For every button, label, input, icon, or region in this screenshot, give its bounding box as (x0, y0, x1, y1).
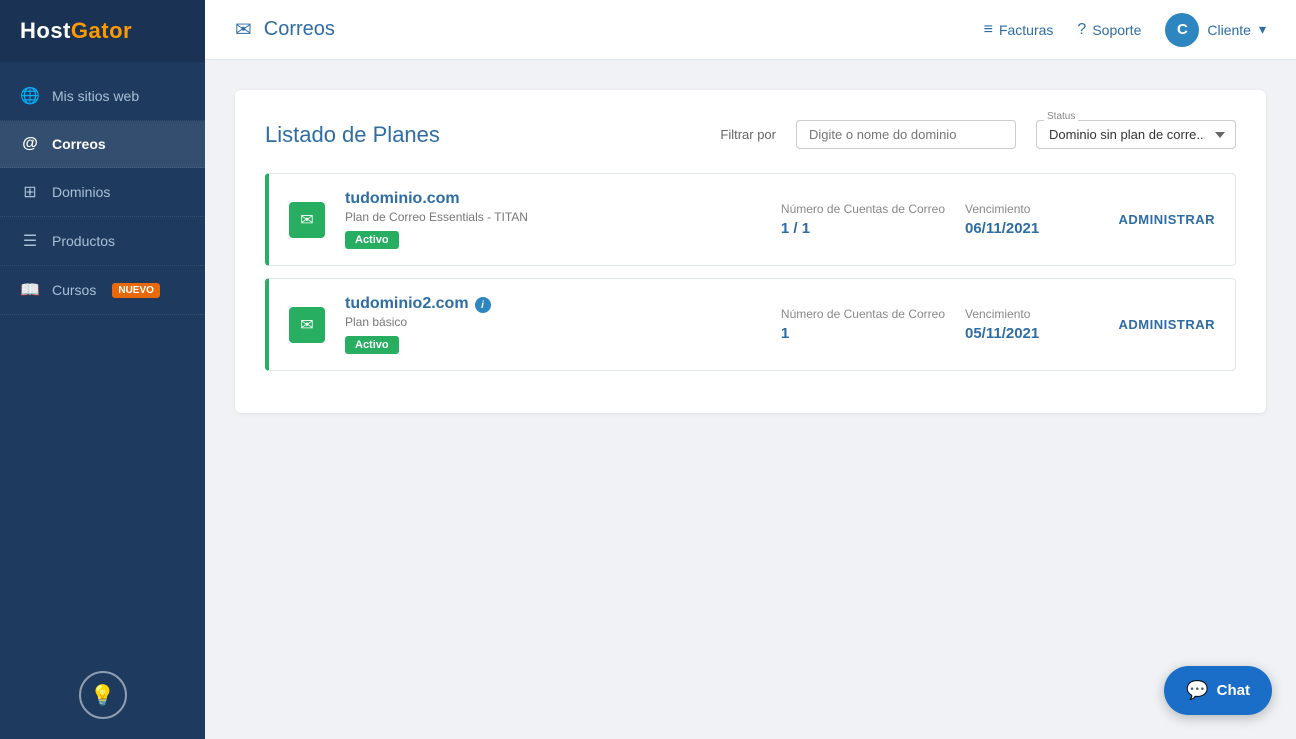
sidebar-item-dominios[interactable]: ⊞ Dominios (0, 168, 205, 217)
plan-type-0: Plan de Correo Essentials - TITAN (345, 210, 761, 224)
top-header: ✉ Correos ≡ Facturas ? Soporte C Cliente… (205, 0, 1296, 60)
correos-icon: @ (20, 135, 40, 153)
plan-venc-label-1: Vencimiento (965, 307, 1085, 321)
plan-mail-icon-0: ✉ (289, 202, 325, 238)
chevron-down-icon: ▾ (1259, 21, 1266, 38)
page-title: Correos (264, 18, 972, 41)
cursos-badge: NUEVO (112, 283, 160, 298)
sidebar-item-correos[interactable]: @ Correos (0, 121, 205, 168)
soporte-label: Soporte (1092, 22, 1141, 38)
plan-venc-label-0: Vencimiento (965, 202, 1085, 216)
plan-mail-icon-1: ✉ (289, 307, 325, 343)
plan-badge-1: Activo (345, 336, 399, 354)
facturas-link[interactable]: ≡ Facturas (984, 21, 1054, 39)
plan-admin-btn-1[interactable]: ADMINISTRAR (1105, 317, 1215, 332)
cursos-icon: 📖 (20, 280, 40, 300)
plans-title: Listado de Planes (265, 122, 700, 148)
plan-info-1: tudominio2.com i Plan básico Activo (345, 295, 761, 354)
plan-domain-row-1: tudominio2.com i (345, 295, 761, 315)
productos-label: Productos (52, 233, 115, 249)
dominios-icon: ⊞ (20, 182, 40, 202)
plan-domain-1: tudominio2.com (345, 295, 469, 313)
plan-stat-0: Número de Cuentas de Correo 1 / 1 (781, 202, 945, 237)
sidebar-nav: 🌐 Mis sitios web @ Correos ⊞ Dominios ☰ … (0, 62, 205, 651)
soporte-link[interactable]: ? Soporte (1077, 21, 1141, 39)
plan-domain-row-0: tudominio.com (345, 190, 761, 210)
sidebar: HostGator 🌐 Mis sitios web @ Correos ⊞ D… (0, 0, 205, 739)
correos-header-icon: ✉ (235, 17, 252, 42)
plan-stat-1: Número de Cuentas de Correo 1 (781, 307, 945, 342)
productos-icon: ☰ (20, 231, 40, 251)
brand-name: HostGator (20, 18, 132, 43)
correos-label: Correos (52, 136, 106, 152)
user-name: Cliente (1207, 22, 1251, 38)
sidebar-bottom: 💡 (0, 651, 205, 739)
chat-label: Chat (1217, 682, 1250, 699)
plan-stat-value-1: 1 (781, 325, 945, 342)
chat-icon: 💬 (1186, 680, 1208, 701)
plan-domain-0: tudominio.com (345, 190, 460, 208)
main-content: Listado de Planes Filtrar por Status Dom… (205, 60, 1296, 739)
logo[interactable]: HostGator (0, 0, 205, 62)
plan-stat-label-1: Número de Cuentas de Correo (781, 307, 945, 321)
plan-stat-value-0: 1 / 1 (781, 220, 945, 237)
status-group: Status Dominio sin plan de corre... (1036, 120, 1236, 149)
plan-row-1: ✉ tudominio2.com i Plan básico Activo Nú… (265, 278, 1236, 371)
filter-label: Filtrar por (720, 127, 776, 142)
plan-venc-0: Vencimiento 06/11/2021 (965, 202, 1085, 237)
plan-venc-value-0: 06/11/2021 (965, 220, 1085, 237)
info-icon-1[interactable]: i (475, 297, 491, 313)
facturas-icon: ≡ (984, 21, 993, 39)
facturas-label: Facturas (999, 22, 1053, 38)
plan-venc-value-1: 05/11/2021 (965, 325, 1085, 342)
plan-type-1: Plan básico (345, 315, 761, 329)
user-menu[interactable]: C Cliente ▾ (1165, 13, 1266, 47)
status-select[interactable]: Dominio sin plan de corre... (1036, 120, 1236, 149)
idea-button[interactable]: 💡 (79, 671, 127, 719)
sidebar-item-mis-sitios-web[interactable]: 🌐 Mis sitios web (0, 72, 205, 121)
plan-info-0: tudominio.com Plan de Correo Essentials … (345, 190, 761, 249)
sidebar-item-productos[interactable]: ☰ Productos (0, 217, 205, 266)
main-area: ✉ Correos ≡ Facturas ? Soporte C Cliente… (205, 0, 1296, 739)
mis-sitios-web-label: Mis sitios web (52, 88, 139, 104)
filter-input[interactable] (796, 120, 1016, 149)
plan-badge-0: Activo (345, 231, 399, 249)
dominios-label: Dominios (52, 184, 110, 200)
mis-sitios-web-icon: 🌐 (20, 86, 40, 106)
plan-venc-1: Vencimiento 05/11/2021 (965, 307, 1085, 342)
soporte-icon: ? (1077, 21, 1086, 39)
plan-admin-btn-0[interactable]: ADMINISTRAR (1105, 212, 1215, 227)
plans-card: Listado de Planes Filtrar por Status Dom… (235, 90, 1266, 413)
plan-row-0: ✉ tudominio.com Plan de Correo Essential… (265, 173, 1236, 266)
sidebar-item-cursos[interactable]: 📖 Cursos NUEVO (0, 266, 205, 315)
user-avatar: C (1165, 13, 1199, 47)
plan-rows-container: ✉ tudominio.com Plan de Correo Essential… (265, 173, 1236, 371)
plan-stat-label-0: Número de Cuentas de Correo (781, 202, 945, 216)
chat-button[interactable]: 💬 Chat (1164, 666, 1272, 715)
status-label: Status (1044, 111, 1078, 122)
header-actions: ≡ Facturas ? Soporte C Cliente ▾ (984, 13, 1266, 47)
plans-header: Listado de Planes Filtrar por Status Dom… (265, 120, 1236, 149)
cursos-label: Cursos (52, 282, 96, 298)
